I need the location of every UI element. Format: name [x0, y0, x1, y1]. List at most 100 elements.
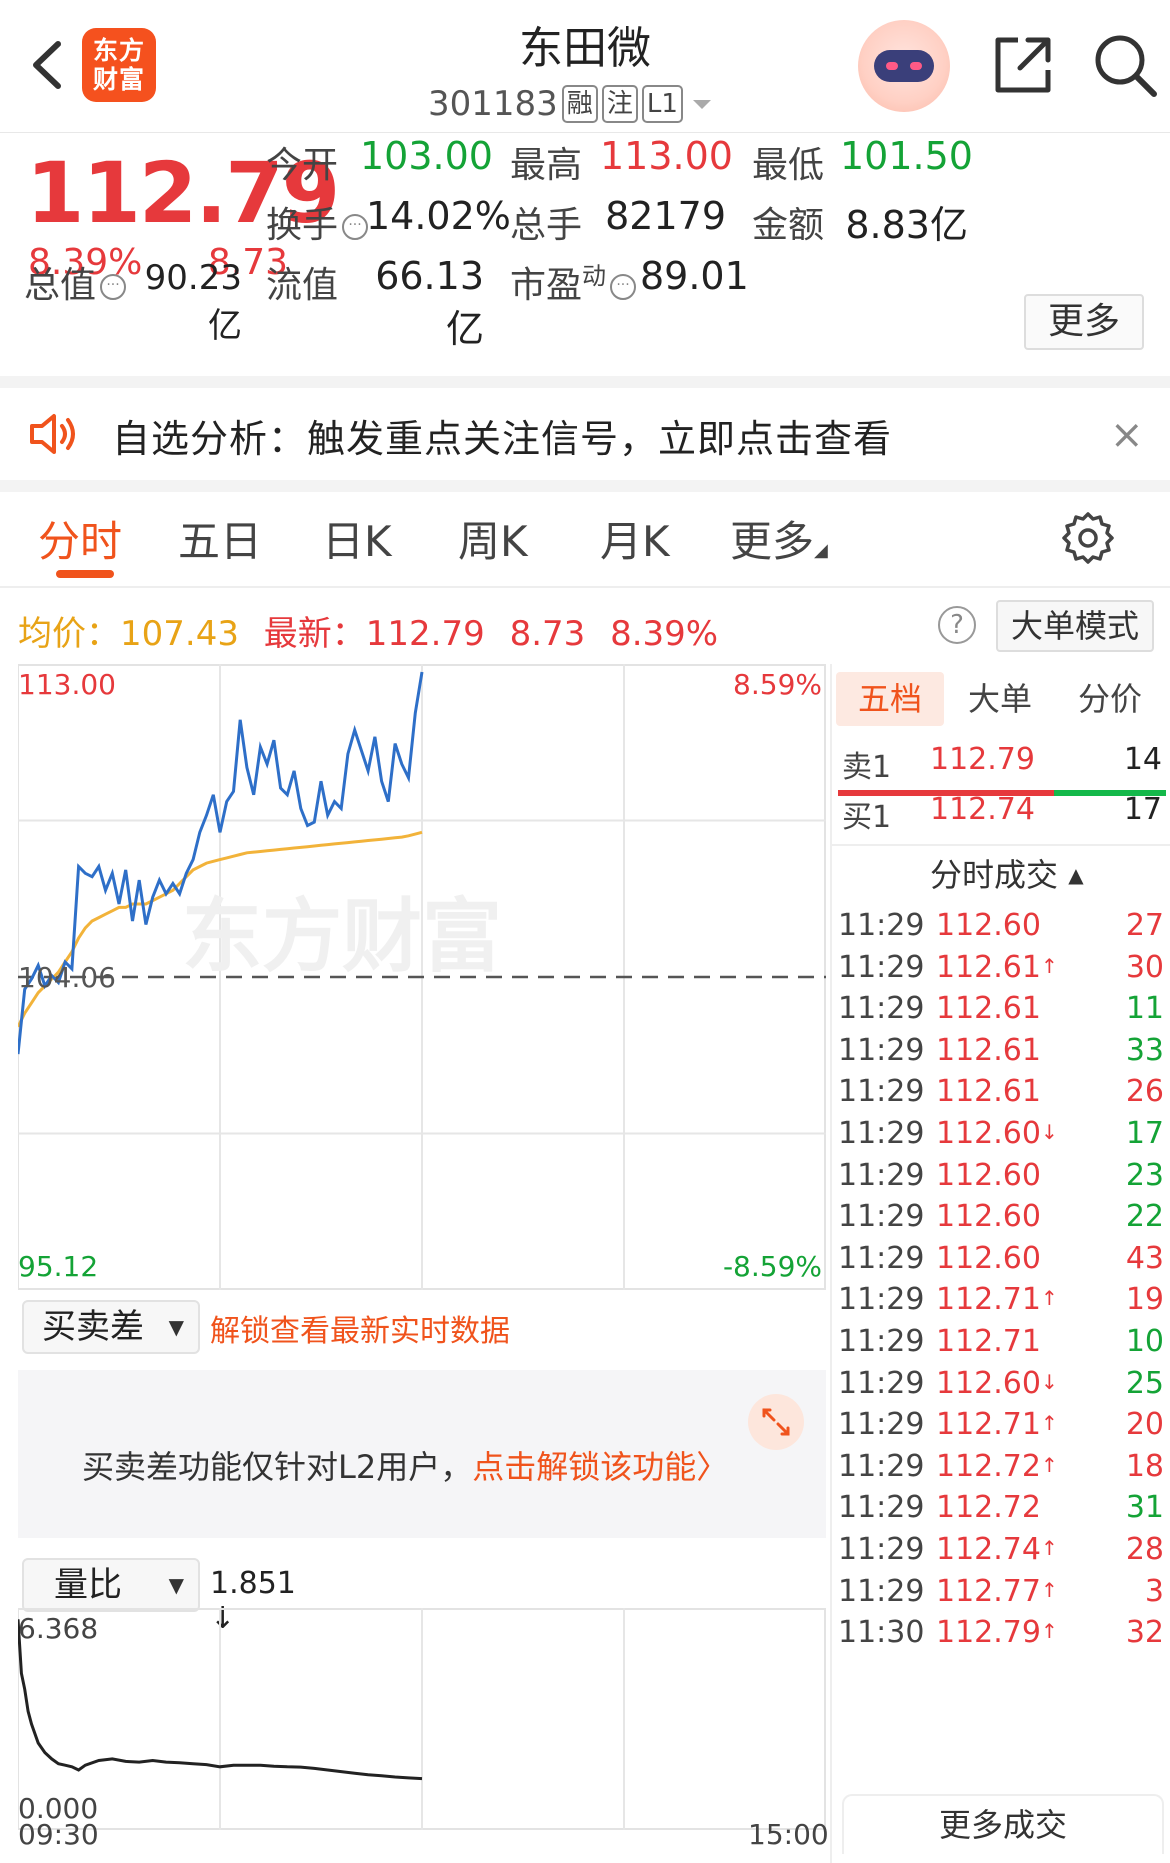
volume-ratio-select[interactable]: 量比 ▼	[22, 1558, 200, 1612]
chart-watermark: 东方财富	[182, 890, 502, 983]
bid-row: 买1 112.74 17	[838, 784, 1166, 840]
level1-tag: L1	[641, 85, 683, 123]
assistant-robot-icon[interactable]	[858, 20, 950, 112]
low-label: 最低	[752, 145, 825, 186]
expand-icon[interactable]	[748, 1394, 804, 1450]
dropdown-caret-icon[interactable]	[687, 94, 717, 114]
trade-price: 112.72	[936, 1490, 1076, 1525]
trade-volume: 22	[1125, 1199, 1164, 1235]
unlock-feature-text: 点击解锁该功能	[472, 1448, 697, 1486]
trade-price-value: 112.72	[936, 1448, 1041, 1484]
trade-time: 11:29	[838, 1116, 925, 1151]
back-arrow-icon[interactable]	[24, 30, 74, 100]
trade-volume: 26	[1125, 1074, 1164, 1110]
avg-price-label: 均价：	[18, 614, 120, 654]
tab-five-levels[interactable]: 五档	[836, 672, 944, 726]
trade-row: 11:29 112.60↓ 25	[832, 1366, 1170, 1408]
registration-tag: 注	[601, 85, 638, 123]
bid-label: 买1	[842, 800, 892, 835]
trade-row: 11:29 112.60↓ 17	[832, 1116, 1170, 1158]
tab-big-orders[interactable]: 大单	[946, 672, 1054, 726]
trade-price-value: 112.71	[936, 1407, 1041, 1443]
trade-price: 112.60	[936, 1199, 1076, 1234]
trade-price-value: 112.61	[936, 1032, 1041, 1068]
share-icon[interactable]	[988, 30, 1058, 100]
trade-price-value: 112.61	[936, 949, 1041, 985]
trade-direction-icon: ↓	[1040, 1369, 1058, 1394]
ask-row: 卖1 112.79 14	[838, 734, 1166, 790]
more-quote-button[interactable]: 更多	[1024, 294, 1144, 350]
big-order-mode-button[interactable]: 大单模式	[996, 600, 1154, 652]
gear-icon[interactable]	[1060, 510, 1116, 566]
open-value: 103.00	[360, 134, 493, 178]
app-logo[interactable]: 东方财富	[82, 28, 156, 102]
info-icon[interactable]: ···	[100, 274, 127, 300]
trade-time: 11:29	[838, 1324, 925, 1359]
tab-monthly-k[interactable]: 月K	[600, 508, 670, 569]
trade-price: 112.77↑	[936, 1574, 1076, 1609]
l2-notice: 买卖差功能仅针对L2用户，点击解锁该功能〉	[82, 1442, 728, 1488]
help-icon[interactable]: ?	[938, 606, 976, 644]
trades-header-label: 分时成交	[930, 856, 1059, 894]
trade-price: 112.60	[936, 1241, 1076, 1276]
trade-time: 11:29	[838, 1032, 925, 1068]
last-pct-value: 8.39%	[610, 614, 719, 654]
unlock-feature-link[interactable]: 点击解锁该功能〉	[472, 1448, 728, 1486]
tab-intraday[interactable]: 分时	[38, 508, 122, 569]
trade-row: 11:29 112.61 26	[832, 1074, 1170, 1116]
trade-time: 11:29	[838, 1448, 925, 1484]
info-icon[interactable]: ···	[342, 214, 369, 240]
pe-label: 市盈动 ···	[510, 256, 637, 308]
banner-text: 自选分析：触发重点关注信号，立即点击查看	[112, 417, 893, 461]
trade-row: 11:29 112.60 43	[832, 1241, 1170, 1283]
more-trades-button[interactable]: 更多成交	[842, 1794, 1164, 1854]
order-book-panel: 五档 大单 分价 卖1 112.79 14 买1 112.74 17 分时成交 …	[830, 664, 1170, 1863]
trade-price: 112.60	[936, 908, 1076, 943]
trade-direction-icon: ↓	[1040, 1120, 1058, 1144]
trade-price-value: 112.71	[936, 1324, 1041, 1359]
trade-row: 11:29 112.60 22	[832, 1199, 1170, 1241]
analysis-banner[interactable]: 自选分析：触发重点关注信号，立即点击查看 ×	[0, 388, 1170, 480]
trade-price: 112.74↑	[936, 1532, 1076, 1567]
info-icon[interactable]: ···	[610, 274, 637, 300]
trade-price-value: 112.60	[936, 1157, 1041, 1193]
ask-volume: 14	[1123, 742, 1162, 777]
avg-price-value: 107.43	[120, 614, 239, 654]
amount-value: 8.83亿	[845, 203, 968, 247]
trade-volume: 23	[1125, 1157, 1164, 1193]
dropdown-caret-icon: ▼	[168, 1315, 184, 1339]
dropdown-caret-icon: ▼	[168, 1573, 184, 1597]
volume-value: 82179	[605, 194, 726, 238]
trade-row: 11:29 112.74↑ 28	[832, 1532, 1170, 1574]
search-icon[interactable]	[1090, 30, 1160, 100]
tab-price-distribution[interactable]: 分价	[1056, 672, 1164, 726]
trade-row: 11:29 112.77↑ 3	[832, 1574, 1170, 1616]
spread-indicator-select[interactable]: 买卖差 ▼	[22, 1300, 200, 1354]
trade-price: 112.79↑	[936, 1615, 1076, 1650]
trade-row: 11:29 112.61↑ 30	[832, 950, 1170, 992]
trade-volume: 11	[1125, 991, 1164, 1027]
trade-volume: 10	[1125, 1324, 1164, 1359]
margin-tag: 融	[561, 85, 598, 123]
trade-volume: 20	[1125, 1407, 1164, 1443]
high-value: 113.00	[600, 134, 733, 178]
stock-code-row: 301183 融 注 L1	[428, 82, 717, 126]
tab-more[interactable]: 更多◢	[730, 508, 828, 569]
unlock-realtime-link[interactable]: 解锁查看最新实时数据	[210, 1306, 510, 1350]
trade-time: 11:29	[838, 1365, 925, 1401]
trades-header[interactable]: 分时成交 ▲	[930, 850, 1084, 896]
volume-ratio-chart[interactable]: 6.368 0.000	[18, 1608, 826, 1830]
y-tick-pct-low: -8.59%	[723, 1250, 822, 1283]
caret-up-icon: ▲	[1068, 863, 1084, 887]
tab-weekly-k[interactable]: 周K	[458, 508, 528, 569]
high-label: 最高	[510, 145, 583, 186]
stock-code: 301183	[428, 84, 558, 124]
trade-time: 11:29	[838, 1199, 925, 1235]
intraday-price-chart[interactable]: 东方财富 113.00 104.06 95.12 8.59% -8.59%	[18, 664, 826, 1290]
trade-row: 11:29 112.72 31	[832, 1490, 1170, 1532]
close-icon[interactable]: ×	[1110, 412, 1144, 458]
tab-daily-k[interactable]: 日K	[322, 508, 392, 569]
quote-panel: 112.79 8.39% 8.73 今开 103.00 最高 113.00 最低…	[0, 134, 1170, 374]
tab-five-day[interactable]: 五日	[178, 508, 262, 569]
trade-direction-icon: ↑	[1040, 1577, 1058, 1602]
